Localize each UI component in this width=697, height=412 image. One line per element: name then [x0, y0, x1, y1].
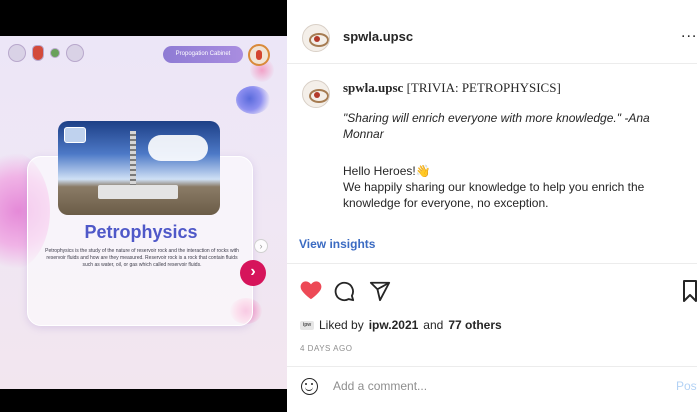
likes-connector: and — [423, 318, 444, 332]
more-icon[interactable]: ... — [681, 24, 697, 42]
oil-rig-photo — [58, 121, 220, 215]
add-comment-bar: Post — [287, 366, 697, 402]
org-logo — [32, 45, 44, 61]
slide-next-arrow-icon: › — [240, 260, 266, 286]
liker-avatar[interactable]: ipw — [300, 320, 314, 330]
post-comment-button[interactable]: Post — [676, 379, 697, 393]
photo-badge — [64, 127, 86, 143]
caption-heading-line: spwla.upsc [TRIVIA: PETROPHYSICS] — [343, 80, 561, 96]
caption-body: We happily sharing our knowledge to help… — [343, 180, 645, 210]
avatar[interactable] — [302, 80, 330, 108]
post-timestamp[interactable]: 4 DAYS AGO — [300, 344, 352, 353]
post-header: spwla.upsc ... — [287, 8, 697, 64]
cloud-shape — [148, 135, 208, 161]
slide-description: Petrophysics is the study of the nature … — [45, 248, 239, 268]
send-icon[interactable] — [369, 280, 391, 307]
org-logo — [66, 44, 84, 62]
cabinet-badge-icon — [248, 44, 270, 66]
save-icon[interactable] — [683, 280, 697, 307]
caption-username[interactable]: spwla.upsc — [343, 80, 403, 95]
post-actions: ipw Liked by ipw.2021 and 77 others 4 DA… — [287, 263, 697, 401]
heart-icon[interactable] — [300, 280, 322, 305]
organization-logos — [8, 44, 84, 62]
decorative-blob — [236, 86, 270, 114]
view-insights-link[interactable]: View insights — [299, 237, 375, 251]
comment-icon[interactable] — [333, 280, 355, 307]
instagram-post-view: Propogation Cabinet Petrophysics Petroph… — [0, 0, 697, 412]
header-username[interactable]: spwla.upsc — [343, 29, 413, 44]
likes-prefix: Liked by — [319, 318, 364, 332]
caption-heading: [TRIVIA: PETROPHYSICS] — [406, 80, 561, 95]
likes-user[interactable]: ipw.2021 — [369, 318, 419, 332]
avatar[interactable] — [302, 24, 330, 52]
slide-title: Petrophysics — [84, 222, 198, 242]
org-logo — [8, 44, 26, 62]
emoji-icon[interactable] — [301, 378, 318, 395]
caption-greeting: Hello Heroes!👋 — [343, 164, 431, 178]
likes-others[interactable]: 77 others — [448, 318, 501, 332]
post-details-panel: spwla.upsc ... spwla.upsc [TRIVIA: PETRO… — [287, 0, 697, 412]
caption: spwla.upsc [TRIVIA: PETROPHYSICS] "Shari… — [287, 64, 697, 226]
post-media: Propogation Cabinet Petrophysics Petroph… — [0, 0, 287, 412]
cabinet-label: Propogation Cabinet — [163, 46, 243, 63]
comment-input[interactable] — [333, 377, 633, 395]
org-logo — [50, 48, 60, 58]
carousel-slide: Propogation Cabinet Petrophysics Petroph… — [0, 36, 287, 389]
carousel-next-button[interactable]: › — [254, 239, 268, 253]
rig-tank — [98, 185, 178, 199]
rig-tower — [130, 131, 136, 189]
likes-summary: ipw Liked by ipw.2021 and 77 others — [300, 318, 502, 332]
caption-quote: "Sharing will enrich everyone with more … — [343, 111, 650, 141]
